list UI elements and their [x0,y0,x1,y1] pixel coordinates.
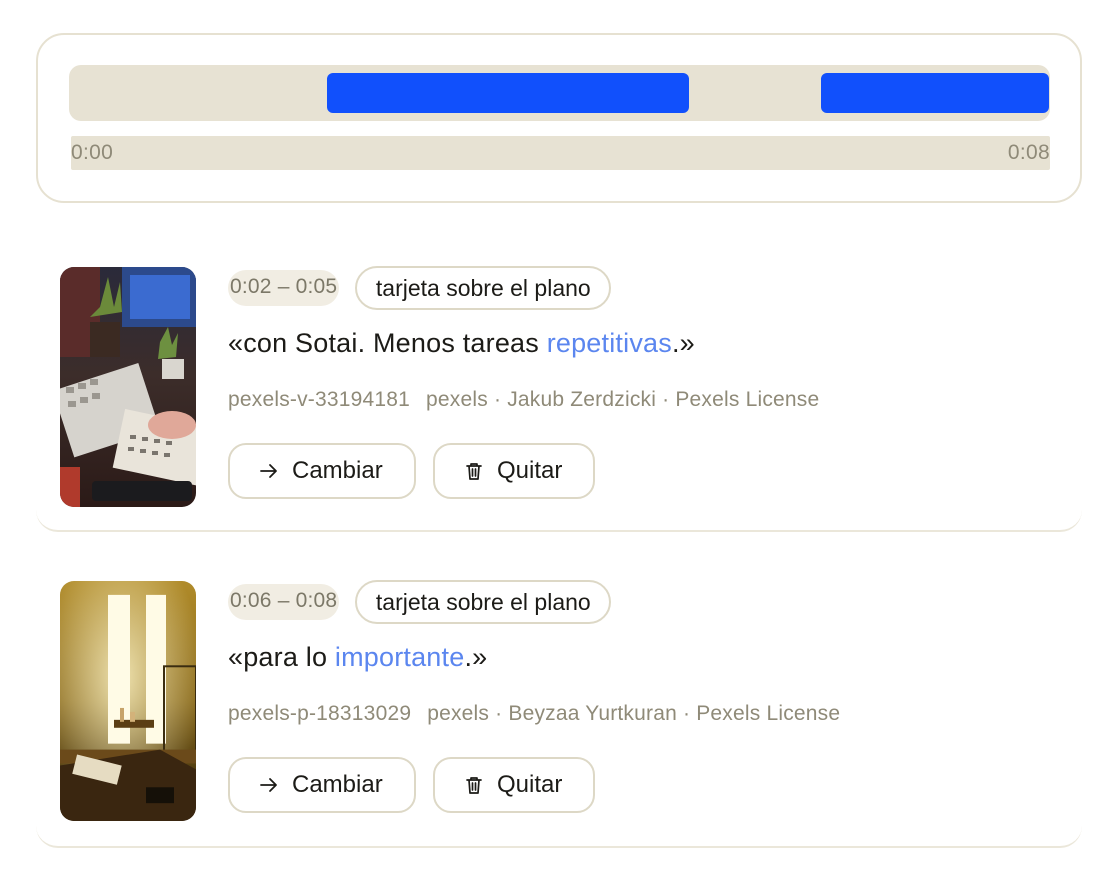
clip-credits: pexels-v-33194181 pexels · Jakub Zerdzick… [228,388,819,412]
clip-credits: pexels-p-18313029 pexels · Beyzaa Yurtkur… [228,702,840,726]
clip-actions: Cambiar Quitar [228,757,595,813]
trash-icon [463,774,485,796]
media-id: pexels-v-33194181 [228,388,411,411]
clip-actions: Cambiar Quitar [228,443,595,499]
clip-thumbnail [60,267,196,507]
change-button-label: Cambiar [292,771,383,798]
remove-button[interactable]: Quitar [433,757,595,813]
change-button[interactable]: Cambiar [228,443,416,499]
clip-meta-row: 0:02 – 0:05 tarjeta sobre el plano [228,266,612,310]
media-credit: pexels · Beyzaa Yurtkuran · Pexels Licen… [427,702,841,725]
timeline-segment-1[interactable] [327,73,689,113]
quote-highlight[interactable]: repetitivas [547,328,672,358]
arrow-right-icon [258,460,280,482]
time-range-badge: 0:02 – 0:05 [228,270,340,306]
quote-end: .» [464,642,488,672]
timeline-track[interactable] [69,65,1050,121]
timeline-panel: 0:00 0:08 [36,33,1082,203]
quote-text: «con Sotai. Menos tareas [228,328,547,358]
change-button-label: Cambiar [292,457,383,484]
remove-button-label: Quitar [497,771,563,798]
timeline-end-time: 0:08 [1007,141,1050,164]
timeline-segment-2[interactable] [821,73,1049,113]
trash-icon [463,460,485,482]
clip-meta-row: 0:06 – 0:08 tarjeta sobre el plano [228,580,612,624]
clip-thumbnail [60,581,196,821]
clip-card: 0:06 – 0:08 tarjeta sobre el plano «para… [36,580,1082,848]
quote-text: «para lo [228,642,335,672]
clip-quote: «para lo importante.» [228,642,487,673]
quote-highlight[interactable]: importante [335,642,465,672]
media-credit: pexels · Jakub Zerdzicki · Pexels Licens… [426,388,820,411]
time-range-badge: 0:06 – 0:08 [228,584,340,620]
arrow-right-icon [258,774,280,796]
remove-button-label: Quitar [497,457,563,484]
timeline-ruler: 0:00 0:08 [71,136,1050,170]
overlay-type-tag[interactable]: tarjeta sobre el plano [355,266,612,310]
timeline-start-time: 0:00 [71,141,114,164]
clip-card: 0:02 – 0:05 tarjeta sobre el plano «con … [36,266,1082,532]
clip-quote: «con Sotai. Menos tareas repetitivas.» [228,328,695,359]
media-id: pexels-p-18313029 [228,702,412,725]
quote-end: .» [671,328,695,358]
change-button[interactable]: Cambiar [228,757,416,813]
overlay-type-tag[interactable]: tarjeta sobre el plano [355,580,612,624]
remove-button[interactable]: Quitar [433,443,595,499]
